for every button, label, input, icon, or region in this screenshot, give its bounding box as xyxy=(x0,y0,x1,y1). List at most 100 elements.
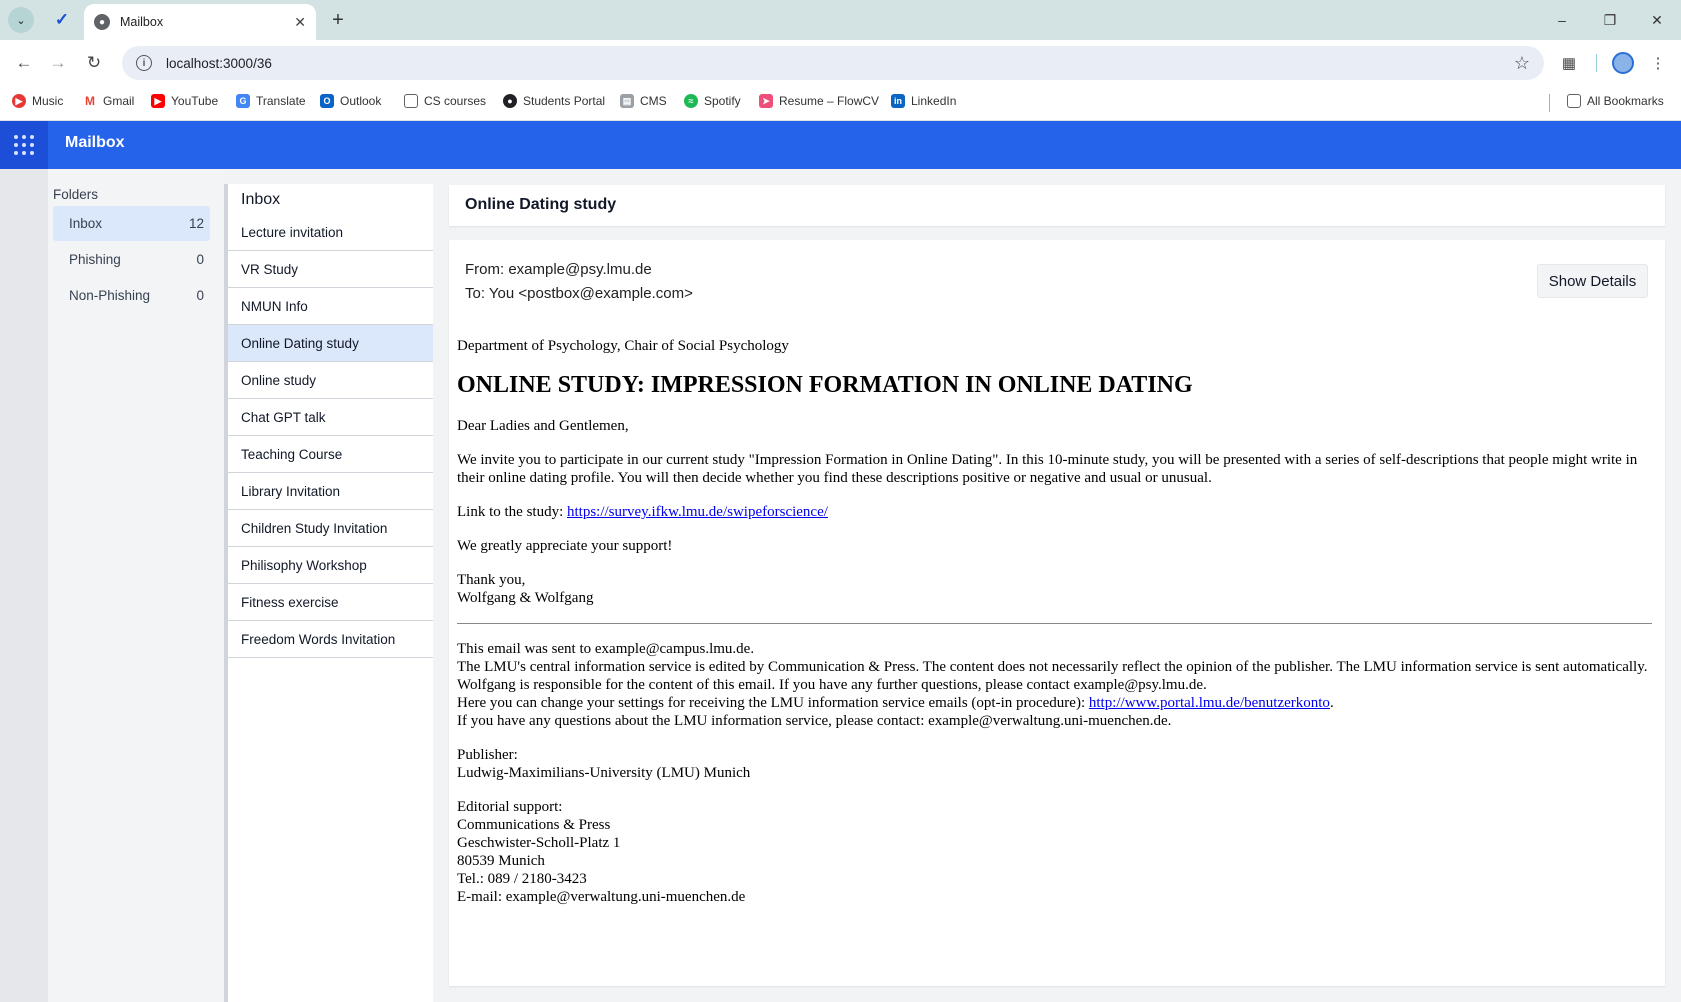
email-link-line: Link to the study: https://survey.ifkw.l… xyxy=(457,503,1652,521)
folder-label: Inbox xyxy=(69,216,103,231)
bookmarks-bar: ▶ Music M Gmail ▶ YouTube G Translate O … xyxy=(0,86,1681,121)
app-header: Mailbox xyxy=(0,121,1681,169)
new-tab-plus-icon[interactable]: + xyxy=(326,8,350,32)
editorial-label: Editorial support: xyxy=(457,799,563,815)
folder-icon xyxy=(404,94,418,108)
bookmark-star-icon[interactable]: ☆ xyxy=(1514,53,1530,74)
editorial-email: E-mail: example@verwaltung.uni-muenchen.… xyxy=(457,889,746,905)
browser-tab[interactable]: ● Mailbox ✕ xyxy=(84,4,316,40)
list-item[interactable]: Online study xyxy=(228,362,433,399)
folder-label: Non-Phishing xyxy=(69,288,151,303)
extensions-puzzle-icon[interactable]: ▦ xyxy=(1557,51,1581,75)
study-link[interactable]: https://survey.ifkw.lmu.de/swipeforscien… xyxy=(567,504,828,520)
tab-title: Mailbox xyxy=(120,15,164,29)
editorial-street: Geschwister-Scholl-Platz 1 xyxy=(457,835,621,851)
footer-responsible: Wolfgang is responsible for the content … xyxy=(457,677,1207,693)
footer-central: The LMU's central information service is… xyxy=(457,659,1648,675)
folder-non-phishing[interactable]: Non-Phishing 0 xyxy=(53,278,210,313)
settings-link[interactable]: http://www.portal.lmu.de/benutzerkonto xyxy=(1089,695,1330,711)
bookmark-label: CS courses xyxy=(424,94,487,108)
all-bookmarks[interactable]: All Bookmarks xyxy=(1567,94,1664,108)
folder-icon xyxy=(1567,94,1581,108)
list-item[interactable]: Chat GPT talk xyxy=(228,399,433,436)
bookmark-label: Spotify xyxy=(704,94,741,108)
list-item[interactable]: VR Study xyxy=(228,251,433,288)
menu-kebab-icon[interactable]: ⋮ xyxy=(1646,51,1670,75)
email-heading: ONLINE STUDY: IMPRESSION FORMATION IN ON… xyxy=(457,372,1193,398)
email-appreciate: We greatly appreciate your support! xyxy=(457,538,673,554)
apps-grid-icon[interactable] xyxy=(0,121,48,169)
email-thanks: Thank you, xyxy=(457,572,526,588)
list-item[interactable]: Children Study Invitation xyxy=(228,510,433,547)
list-item[interactable]: NMUN Info xyxy=(228,288,433,325)
email-invite-paragraph: We invite you to participate in our curr… xyxy=(457,452,1638,486)
footer-sent: This email was sent to example@campus.lm… xyxy=(457,641,755,657)
browser-tabstrip: ⌄ ✓ ● Mailbox ✕ + – ❐ ✕ xyxy=(0,0,1681,40)
flowcv-icon: ➤ xyxy=(759,94,773,108)
youtube-icon: ▶ xyxy=(151,94,165,108)
folder-inbox[interactable]: Inbox 12 xyxy=(53,206,210,241)
editorial-city: 80539 Munich xyxy=(457,853,545,869)
forward-arrow-icon[interactable]: → xyxy=(46,51,70,75)
bookmark-linkedin[interactable]: in LinkedIn xyxy=(891,94,956,108)
tab-close-icon[interactable]: ✕ xyxy=(294,14,306,31)
bookmark-label: Music xyxy=(32,94,64,108)
restore-icon[interactable]: ❐ xyxy=(1598,8,1622,32)
footer-settings-prefix: Here you can change your settings for re… xyxy=(457,695,1089,711)
list-item[interactable]: Freedom Words Invitation xyxy=(228,621,433,658)
bookmarks-divider xyxy=(1549,94,1550,112)
email-header: From: example@psy.lmu.de To: You <postbo… xyxy=(465,258,693,306)
email-from: From: example@psy.lmu.de xyxy=(465,261,652,278)
window-close-icon[interactable]: ✕ xyxy=(1645,8,1669,32)
list-item[interactable]: Teaching Course xyxy=(228,436,433,473)
reload-icon[interactable]: ↻ xyxy=(82,51,106,75)
editorial-org: Communications & Press xyxy=(457,817,611,833)
show-details-button[interactable]: Show Details xyxy=(1537,264,1648,298)
profile-avatar[interactable] xyxy=(1612,52,1634,74)
url-text: localhost:3000/36 xyxy=(166,55,272,71)
address-bar[interactable]: i localhost:3000/36 ☆ xyxy=(122,46,1544,80)
back-arrow-icon[interactable]: ← xyxy=(12,51,36,75)
list-item[interactable]: Lecture invitation xyxy=(228,214,433,251)
portal-icon: ● xyxy=(503,94,517,108)
bookmark-cs-courses[interactable]: CS courses xyxy=(404,94,486,108)
email-view: From: example@psy.lmu.de To: You <postbo… xyxy=(449,240,1665,986)
bookmark-label: Students Portal xyxy=(523,94,606,108)
tab-search-chevron-icon[interactable]: ⌄ xyxy=(8,7,34,33)
toolbar-divider xyxy=(1596,54,1597,72)
email-signoff: Thank you, Wolfgang & Wolfgang xyxy=(457,571,1652,607)
bookmark-label: YouTube xyxy=(171,94,219,108)
email-department: Department of Psychology, Chair of Socia… xyxy=(457,338,789,354)
list-item[interactable]: Philisophy Workshop xyxy=(228,547,433,584)
bookmark-music[interactable]: ▶ Music xyxy=(12,94,63,108)
publisher-name: Ludwig-Maximilians-University (LMU) Muni… xyxy=(457,765,751,781)
bookmark-resume-flowcv[interactable]: ➤ Resume – FlowCV xyxy=(759,94,879,108)
list-item-selected[interactable]: Online Dating study xyxy=(228,325,433,362)
extension-logo-icon[interactable]: ✓ xyxy=(52,10,72,30)
email-signature: Wolfgang & Wolfgang xyxy=(457,590,594,606)
email-publisher: Publisher: Ludwig-Maximilians-University… xyxy=(457,746,1652,782)
globe-icon: ● xyxy=(94,14,110,30)
spotify-icon: ≈ xyxy=(684,94,698,108)
folder-phishing[interactable]: Phishing 0 xyxy=(53,242,210,277)
bookmark-label: Translate xyxy=(256,94,306,108)
folder-count: 0 xyxy=(196,288,204,303)
site-info-icon[interactable]: i xyxy=(136,55,152,71)
bookmark-students-portal[interactable]: ● Students Portal xyxy=(503,94,605,108)
bookmark-cms[interactable]: ▤ CMS xyxy=(620,94,667,108)
list-item[interactable]: Library Invitation xyxy=(228,473,433,510)
bookmark-outlook[interactable]: O Outlook xyxy=(320,94,381,108)
email-footer: This email was sent to example@campus.lm… xyxy=(457,640,1652,730)
email-editorial: Editorial support: Communications & Pres… xyxy=(457,798,1652,906)
editorial-tel: Tel.: 089 / 2180-3423 xyxy=(457,871,587,887)
bookmark-translate[interactable]: G Translate xyxy=(236,94,306,108)
bookmark-label: Gmail xyxy=(103,94,135,108)
bookmark-gmail[interactable]: M Gmail xyxy=(83,94,134,108)
bookmark-youtube[interactable]: ▶ YouTube xyxy=(151,94,218,108)
list-item[interactable]: Fitness exercise xyxy=(228,584,433,621)
email-subject-bar: Online Dating study xyxy=(449,185,1665,226)
minimize-icon[interactable]: – xyxy=(1550,8,1574,32)
bookmark-label: CMS xyxy=(640,94,667,108)
folder-count: 12 xyxy=(188,216,204,231)
bookmark-spotify[interactable]: ≈ Spotify xyxy=(684,94,741,108)
